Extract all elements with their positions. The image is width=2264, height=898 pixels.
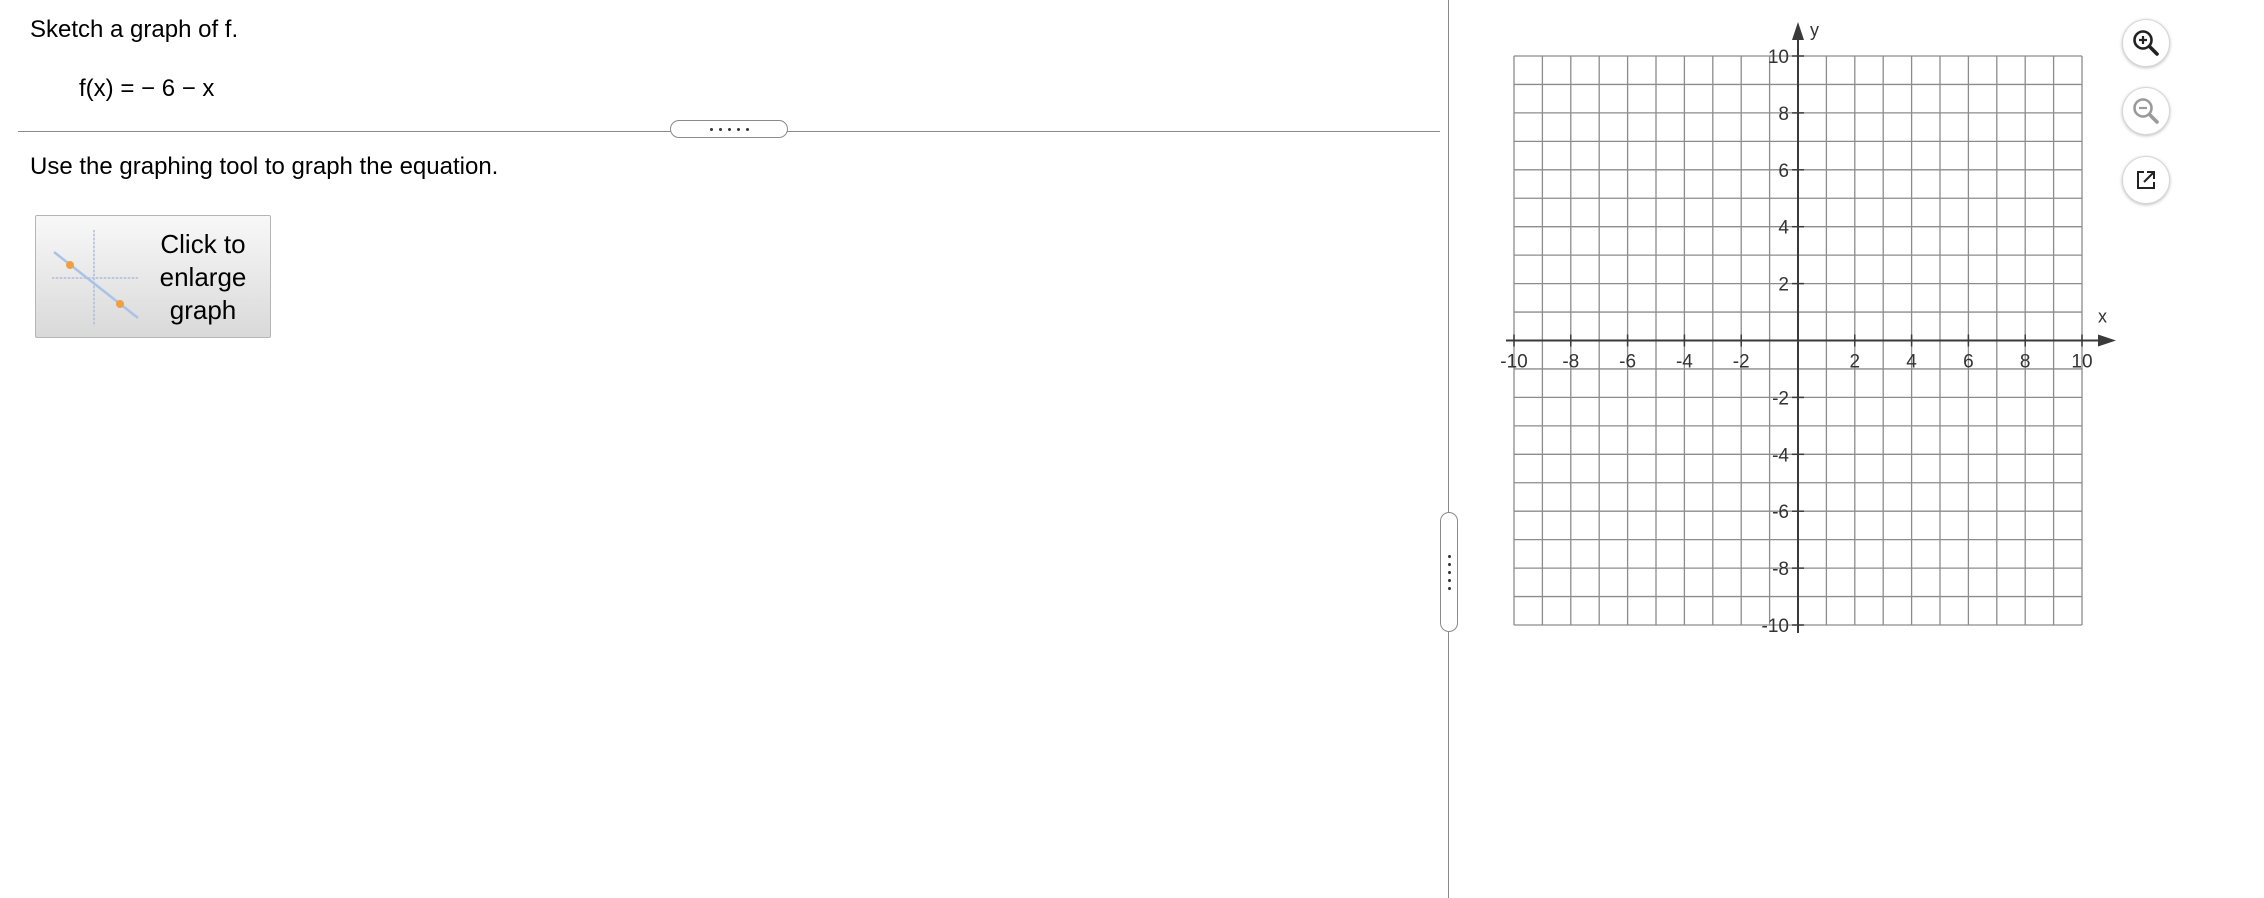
x-tick-label: -4 xyxy=(1676,352,1693,373)
x-tick-label: -6 xyxy=(1619,352,1636,373)
axes: x y xyxy=(1506,20,2116,633)
zoom-in-button[interactable] xyxy=(2122,19,2170,67)
y-tick-label: -4 xyxy=(1772,445,1789,466)
x-tick-label: -10 xyxy=(1500,352,1527,373)
y-tick-label: -8 xyxy=(1772,559,1789,580)
y-tick-label: -6 xyxy=(1772,502,1789,523)
y-tick-label: 2 xyxy=(1778,275,1789,296)
zoom-out-icon xyxy=(2133,98,2159,124)
x-tick-label: -8 xyxy=(1562,352,1579,373)
y-tick-label: 4 xyxy=(1778,218,1789,239)
x-tick-label: 2 xyxy=(1850,352,1861,373)
x-tick-label: 4 xyxy=(1906,352,1917,373)
y-tick-label: -10 xyxy=(1762,616,1789,637)
x-tick-label: 10 xyxy=(2071,352,2092,373)
x-tick-label: 8 xyxy=(2020,352,2031,373)
popout-icon xyxy=(2137,171,2155,189)
y-axis-label: y xyxy=(1810,20,1819,40)
x-axis-label: x xyxy=(2098,307,2107,327)
y-axis-arrow-icon xyxy=(1792,22,1804,40)
tick-labels: -10 -8 -6 -4 -2 2 4 6 8 10 10 8 6 4 2 -2 -4 -6 -8 -10 xyxy=(1500,47,2092,637)
graph-canvas[interactable]: x y -10 -8 -6 -4 -2 2 4 6 8 10 10 8 6 4 2 -2 -4 -6 -8 -10 xyxy=(0,0,2264,898)
zoom-out-button[interactable] xyxy=(2122,87,2170,135)
x-tick-label: -2 xyxy=(1733,352,1750,373)
y-tick-label: 10 xyxy=(1768,47,1789,68)
y-tick-label: 6 xyxy=(1778,161,1789,182)
y-tick-label: -2 xyxy=(1772,388,1789,409)
x-axis-arrow-icon xyxy=(2098,334,2116,347)
zoom-in-icon xyxy=(2133,30,2159,56)
y-tick-label: 8 xyxy=(1778,104,1789,125)
popout-button[interactable] xyxy=(2122,156,2170,204)
x-tick-label: 6 xyxy=(1963,352,1974,373)
